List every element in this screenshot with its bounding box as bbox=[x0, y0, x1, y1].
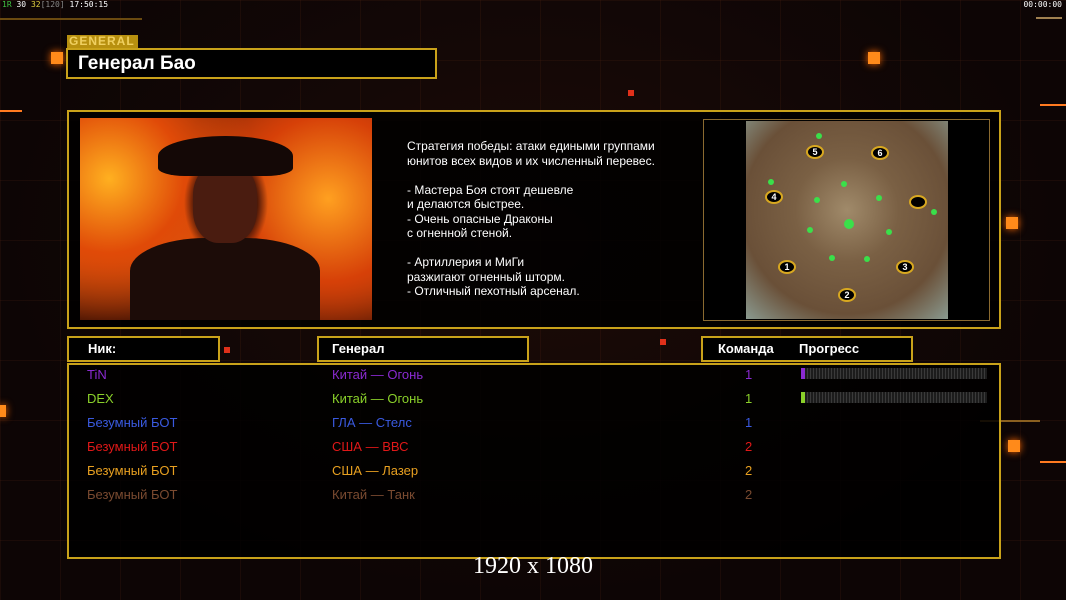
portrait-cap bbox=[158, 136, 293, 176]
map-preview[interactable]: 1 2 3 4 5 6 bbox=[703, 119, 990, 321]
player-nick: Безумный БОТ bbox=[87, 415, 178, 430]
player-nick: DEX bbox=[87, 391, 114, 406]
supply-icon bbox=[844, 219, 854, 229]
player-nick: Безумный БОТ bbox=[87, 439, 178, 454]
general-description: Стратегия победы: атаки едиными группами… bbox=[407, 139, 655, 298]
spawn-marker: 2 bbox=[838, 288, 856, 302]
supply-icon bbox=[814, 197, 820, 203]
player-list: TiN Китай — Огонь 1 DEX Китай — Огонь 1 Безумн… bbox=[67, 363, 1001, 559]
player-team: 1 bbox=[745, 415, 753, 430]
supply-icon bbox=[841, 181, 847, 187]
progress-bar bbox=[801, 392, 987, 403]
supply-icon bbox=[807, 227, 813, 233]
player-row: Безумный БОТ ГЛА — Стелс 1 bbox=[69, 411, 999, 435]
supply-icon bbox=[829, 255, 835, 261]
spawn-marker: 1 bbox=[778, 260, 796, 274]
deco-square bbox=[1006, 217, 1018, 229]
column-general: Генерал bbox=[317, 336, 529, 362]
player-team: 2 bbox=[745, 463, 753, 478]
spawn-marker-empty bbox=[909, 195, 927, 209]
player-nick: Безумный БОТ bbox=[87, 463, 178, 478]
player-row: DEX Китай — Огонь 1 bbox=[69, 387, 999, 411]
progress-bar bbox=[801, 368, 987, 379]
column-team: Команда bbox=[718, 341, 774, 356]
spawn-marker: 5 bbox=[806, 145, 824, 159]
player-team: 2 bbox=[745, 439, 753, 454]
player-general: Китай — Огонь bbox=[332, 367, 424, 382]
fps-c: 32 bbox=[30, 0, 41, 9]
player-row: Безумный БОТ США — ВВС 2 bbox=[69, 435, 999, 459]
player-general: США — ВВС bbox=[332, 439, 409, 454]
map-image: 1 2 3 4 5 6 bbox=[746, 121, 948, 319]
general-title: Генерал Бао bbox=[66, 48, 437, 79]
deco-square bbox=[868, 52, 880, 64]
supply-icon bbox=[931, 209, 937, 215]
progress-fill bbox=[801, 368, 805, 379]
supply-icon bbox=[876, 195, 882, 201]
deco-square bbox=[51, 52, 63, 64]
spawn-marker: 3 bbox=[896, 260, 914, 274]
player-general: США — Лазер bbox=[332, 463, 419, 478]
deco-line bbox=[0, 18, 142, 20]
deco-square bbox=[628, 90, 634, 96]
column-nick: Ник: bbox=[67, 336, 220, 362]
player-general: ГЛА — Стелс bbox=[332, 415, 412, 430]
fps-b: 30 bbox=[16, 0, 27, 9]
player-nick: Безумный БОТ bbox=[87, 487, 178, 502]
deco-line bbox=[1040, 104, 1066, 106]
deco-line bbox=[0, 110, 22, 112]
column-team-progress: Команда Прогресс bbox=[701, 336, 913, 362]
fps-counter: 1R 30 32[120] 17:50:15 bbox=[2, 0, 108, 9]
clock: 17:50:15 bbox=[69, 0, 109, 9]
fps-d: [120] bbox=[40, 0, 65, 9]
fps-a: 1R bbox=[2, 0, 12, 9]
deco-square bbox=[224, 347, 230, 353]
deco-line bbox=[1036, 17, 1062, 19]
general-portrait bbox=[80, 118, 372, 320]
player-row: TiN Китай — Огонь 1 bbox=[69, 363, 999, 387]
resolution-label: 1920 x 1080 bbox=[473, 553, 593, 579]
deco-square bbox=[1008, 440, 1020, 452]
progress-fill bbox=[801, 392, 805, 403]
supply-icon bbox=[864, 256, 870, 262]
player-general: Китай — Танк bbox=[332, 487, 415, 502]
portrait-body bbox=[130, 238, 320, 320]
player-nick: TiN bbox=[87, 367, 107, 382]
player-team: 1 bbox=[745, 391, 753, 406]
deco-square bbox=[660, 339, 666, 345]
spawn-marker: 4 bbox=[765, 190, 783, 204]
player-row: Безумный БОТ США — Лазер 2 bbox=[69, 459, 999, 483]
supply-icon bbox=[886, 229, 892, 235]
game-timer: 00:00:00 bbox=[1023, 0, 1062, 9]
player-row: Безумный БОТ Китай — Танк 2 bbox=[69, 483, 999, 507]
player-team: 1 bbox=[745, 367, 753, 382]
deco-square bbox=[0, 405, 6, 417]
general-tag: GENERAL bbox=[67, 35, 138, 48]
player-general: Китай — Огонь bbox=[332, 391, 424, 406]
column-progress: Прогресс bbox=[799, 341, 860, 356]
supply-icon bbox=[768, 179, 774, 185]
supply-icon bbox=[816, 133, 822, 139]
deco-line bbox=[1040, 461, 1066, 463]
spawn-marker: 6 bbox=[871, 146, 889, 160]
player-team: 2 bbox=[745, 487, 753, 502]
